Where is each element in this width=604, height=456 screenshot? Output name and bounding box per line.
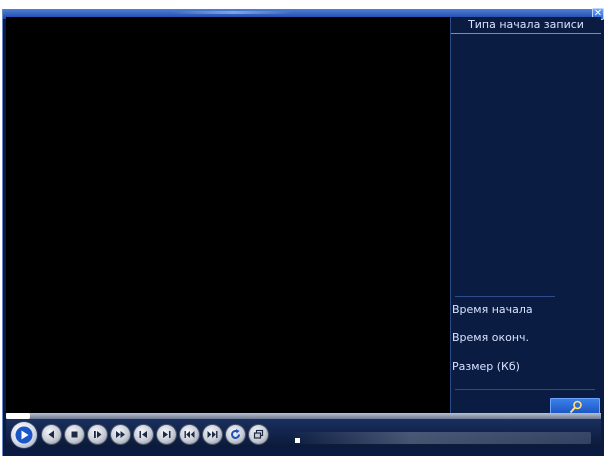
record-info-panel: Типа начала записи Время начала Время ок… <box>450 17 601 417</box>
backup-icon <box>253 429 264 439</box>
refresh-icon <box>231 429 240 439</box>
previous-file-icon <box>184 431 195 438</box>
next-file-icon <box>207 431 218 438</box>
slow-play-button[interactable] <box>88 425 107 444</box>
record-type-header: Типа начала записи <box>451 17 601 34</box>
previous-file-button[interactable] <box>180 425 199 444</box>
fast-forward-button[interactable] <box>111 425 130 444</box>
reverse-play-button[interactable] <box>42 425 61 444</box>
fast-forward-icon <box>116 431 125 438</box>
backup-button[interactable] <box>249 425 268 444</box>
play-button[interactable] <box>11 422 37 448</box>
reverse-play-icon <box>48 430 54 439</box>
stop-button[interactable] <box>65 425 84 444</box>
playback-status-indicator <box>295 438 300 443</box>
slow-play-icon <box>94 431 102 438</box>
next-frame-button[interactable] <box>157 425 176 444</box>
size-label: Размер (Кб) <box>452 360 520 373</box>
end-time-label: Время оконч. <box>452 331 529 344</box>
video-viewport[interactable] <box>6 17 450 417</box>
control-bar-shade <box>291 432 591 444</box>
play-icon <box>15 426 33 444</box>
title-bar-glint <box>173 11 293 14</box>
next-file-button[interactable] <box>203 425 222 444</box>
panel-divider <box>455 296 555 297</box>
playback-control-bar <box>6 419 601 448</box>
refresh-button[interactable] <box>226 425 245 444</box>
stop-icon <box>71 431 78 438</box>
next-frame-icon <box>163 431 171 438</box>
search-icon <box>569 400 582 414</box>
start-time-label: Время начала <box>452 303 533 316</box>
panel-divider <box>455 389 595 390</box>
previous-frame-icon <box>139 431 147 438</box>
previous-frame-button[interactable] <box>134 425 153 444</box>
